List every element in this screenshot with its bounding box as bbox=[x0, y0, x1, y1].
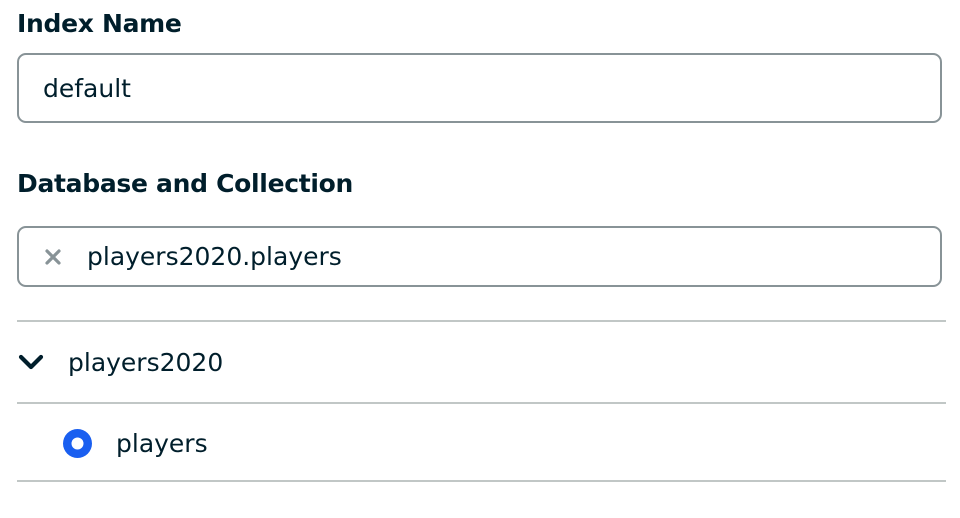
database-collection-label: Database and Collection bbox=[17, 169, 354, 198]
x-icon[interactable] bbox=[41, 245, 65, 269]
tree-database-label: players2020 bbox=[68, 347, 224, 377]
database-collection-combobox[interactable]: players2020.players bbox=[17, 226, 942, 287]
divider bbox=[17, 320, 946, 322]
tree-database-item[interactable]: players2020 bbox=[17, 338, 223, 386]
index-name-label: Index Name bbox=[17, 9, 182, 38]
divider bbox=[17, 480, 946, 482]
tree-collection-item[interactable]: players bbox=[63, 420, 208, 466]
divider bbox=[17, 402, 946, 404]
selected-namespace: players2020.players bbox=[87, 242, 342, 271]
chevron-down-icon[interactable] bbox=[17, 348, 45, 376]
radio-selected-icon[interactable] bbox=[63, 428, 92, 458]
tree-collection-label: players bbox=[116, 428, 208, 458]
index-name-input[interactable] bbox=[17, 53, 942, 123]
search-index-form: Index Name Database and Collection playe… bbox=[0, 0, 960, 518]
